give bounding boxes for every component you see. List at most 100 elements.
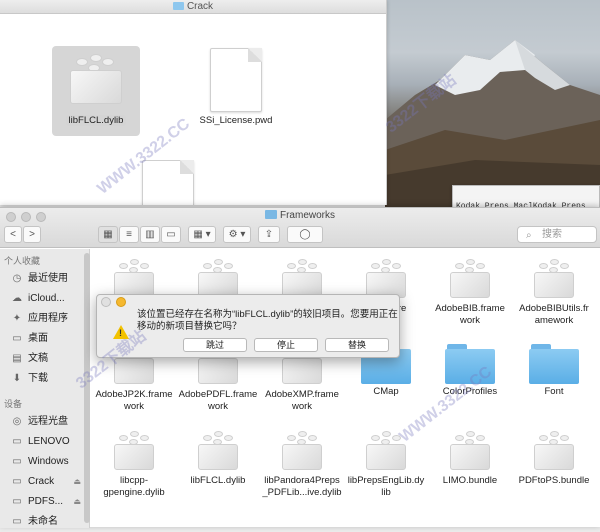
file-grid: BIBShare eworkAdobeBIB.frame workAdobeBI… xyxy=(92,249,600,528)
sidebar-scrollbar[interactable] xyxy=(84,253,90,523)
sidebar-item-label: 远程光盘 xyxy=(28,416,68,427)
action-gear-button[interactable]: ⚙ ▾ xyxy=(223,226,251,243)
share-button[interactable]: ⇪ xyxy=(258,226,280,243)
file-ssi-license[interactable]: SSi_License.pwd xyxy=(190,48,282,127)
sidebar-item-favorites-0[interactable]: ◷ 最近使用 xyxy=(0,269,89,289)
dialog-message: 该位置已经存在名称为“libFLCL.dylib”的较旧项目。您要用正在移动的新… xyxy=(137,309,398,332)
sidebar-item-label: PDFS... xyxy=(28,496,64,507)
drive-icon: ▭ xyxy=(12,476,22,487)
sidebar-item-favorites-1[interactable]: ☁ iCloud... xyxy=(0,289,89,309)
sidebar-devices-header: 设备 xyxy=(4,399,23,409)
replace-dialog: ! 该位置已经存在名称为“libFLCL.dylib”的较旧项目。您要用正在移动… xyxy=(96,294,400,358)
sidebar-item-devices-4[interactable]: ▭ PDFS... ⏏ xyxy=(0,492,89,512)
clock-icon: ◷ xyxy=(12,273,22,284)
drive-icon: ▭ xyxy=(12,516,22,527)
replace-button[interactable]: 替换 xyxy=(325,338,389,352)
crack-finder-window: Crack libFLCL.dylib SSi_License.pwd xyxy=(0,0,387,205)
search-input[interactable]: ⌕ 搜索 xyxy=(517,226,597,243)
file-item[interactable]: libcpp- gpengine.dylib xyxy=(92,427,176,499)
sidebar-item-favorites-3[interactable]: ▭ 桌面 xyxy=(0,329,89,349)
search-icon: ⌕ xyxy=(526,230,532,241)
mountain-image xyxy=(385,40,600,210)
back-button[interactable]: < xyxy=(4,226,22,243)
arrange-button[interactable]: ▦ ▾ xyxy=(188,226,216,243)
skip-button[interactable]: 跳过 xyxy=(183,338,247,352)
file-item[interactable]: ColorProfiles xyxy=(428,341,512,398)
frameworks-titlebar: Frameworks < > ▦ ≡ ▥ ▭ ▦ ▾ ⚙ ▾ ⇪ ◯ ⌕ 搜索 xyxy=(0,208,600,248)
file-libflcl-dylib[interactable]: libFLCL.dylib xyxy=(58,48,134,127)
dylib-icon xyxy=(530,255,578,301)
sidebar-item-label: 文稿 xyxy=(28,353,48,364)
file-name: libcpp- gpengine.dylib xyxy=(103,475,165,498)
file-name: libPandora4Preps _PDFLib...ive.dylib xyxy=(262,475,342,498)
file-name: PDFtoPS.bundle xyxy=(518,475,590,486)
file-item[interactable]: Font xyxy=(512,341,596,398)
file-name: AdobeJP2K.frame work xyxy=(95,389,173,412)
dylib-icon xyxy=(278,427,326,473)
crack-window-title: Crack xyxy=(186,1,214,12)
folder-icon xyxy=(445,344,495,384)
sidebar-item-label: LENOVO xyxy=(28,436,70,447)
file-partial-document[interactable] xyxy=(138,160,198,205)
desktop-icon: ▭ xyxy=(12,333,22,344)
file-name: ColorProfiles xyxy=(442,386,498,397)
cloud-icon: ☁ xyxy=(12,293,22,304)
file-item[interactable]: libFLCL.dylib xyxy=(176,427,260,487)
sidebar-item-label: Crack xyxy=(28,476,55,487)
sidebar-item-favorites-5[interactable]: ⬇ 下载 xyxy=(0,369,89,389)
sidebar-item-devices-1[interactable]: ▭ LENOVO xyxy=(0,432,89,452)
list-view-button[interactable]: ≡ xyxy=(119,226,139,243)
folder-icon xyxy=(172,2,184,10)
file-name: AdobePDFL.frame work xyxy=(178,389,258,412)
sidebar-item-favorites-4[interactable]: ▤ 文稿 xyxy=(0,349,89,369)
sidebar-item-devices-2[interactable]: ▭ Windows xyxy=(0,452,89,472)
window-title-text: Frameworks xyxy=(279,210,335,221)
forward-button[interactable]: > xyxy=(23,226,41,243)
icon-view-button[interactable]: ▦ xyxy=(98,226,118,243)
sidebar-item-label: Windows xyxy=(28,456,69,467)
folder-icon xyxy=(264,210,277,219)
column-view-button[interactable]: ▥ xyxy=(140,226,160,243)
file-name: CMap xyxy=(373,386,399,397)
file-item[interactable]: libPandora4Preps _PDFLib...ive.dylib xyxy=(260,427,344,499)
sidebar-item-label: 最近使用 xyxy=(28,273,68,284)
eject-icon[interactable]: ⏏ xyxy=(73,492,81,512)
sidebar-item-devices-5[interactable]: ▭ 未命名 xyxy=(0,512,89,532)
dialog-minimize-dot[interactable] xyxy=(116,297,126,307)
file-name: SSi_License.pwd xyxy=(199,115,273,126)
file-item[interactable]: LIMO.bundle xyxy=(428,427,512,487)
file-item[interactable]: libPrepsEngLib.dy lib xyxy=(344,427,428,499)
file-name: AdobeBIBUtils.fr amework xyxy=(519,303,589,326)
file-item[interactable]: AdobeBIBUtils.fr amework xyxy=(512,255,596,327)
sidebar-item-label: 未命名 xyxy=(28,516,58,527)
sidebar-item-devices-3[interactable]: ▭ Crack ⏏ xyxy=(0,472,89,492)
file-name: AdobeXMP.frame work xyxy=(265,389,339,412)
eject-icon[interactable]: ⏏ xyxy=(73,472,81,492)
sidebar-item-label: 桌面 xyxy=(28,333,48,344)
file-name: libPrepsEngLib.dy lib xyxy=(347,475,425,498)
computer-icon: ▭ xyxy=(12,436,22,447)
sidebar-item-favorites-2[interactable]: ✦ 应用程序 xyxy=(0,309,89,329)
file-name: Font xyxy=(544,386,564,397)
sidebar-item-label: 应用程序 xyxy=(28,313,68,324)
document-icon xyxy=(142,160,194,205)
folder-icon xyxy=(529,344,579,384)
coverflow-view-button[interactable]: ▭ xyxy=(161,226,181,243)
sidebar: 个人收藏 ◷ 最近使用 ☁ iCloud... ✦ 应用程序 ▭ 桌面 ▤ 文稿 ⬇ 下载 设备 ◎ 远… xyxy=(0,249,90,528)
file-item[interactable]: PDFtoPS.bundle xyxy=(512,427,596,487)
sidebar-item-label: iCloud... xyxy=(28,293,65,304)
disc-icon: ◎ xyxy=(12,416,22,427)
dylib-icon xyxy=(362,427,410,473)
stop-button[interactable]: 停止 xyxy=(254,338,318,352)
dylib-icon xyxy=(64,48,128,112)
sidebar-item-devices-0[interactable]: ◎ 远程光盘 xyxy=(0,412,89,432)
frameworks-title: Frameworks xyxy=(0,210,600,221)
tags-button[interactable]: ◯ xyxy=(287,226,323,243)
file-name: libFLCL.dylib xyxy=(190,475,246,486)
file-name: libFLCL.dylib xyxy=(65,115,127,126)
warning-mark: ! xyxy=(119,328,122,338)
dylib-icon xyxy=(446,427,494,473)
dialog-close-dot[interactable] xyxy=(101,297,111,307)
file-item[interactable]: AdobeBIB.frame work xyxy=(428,255,512,327)
apps-icon: ✦ xyxy=(12,313,22,324)
